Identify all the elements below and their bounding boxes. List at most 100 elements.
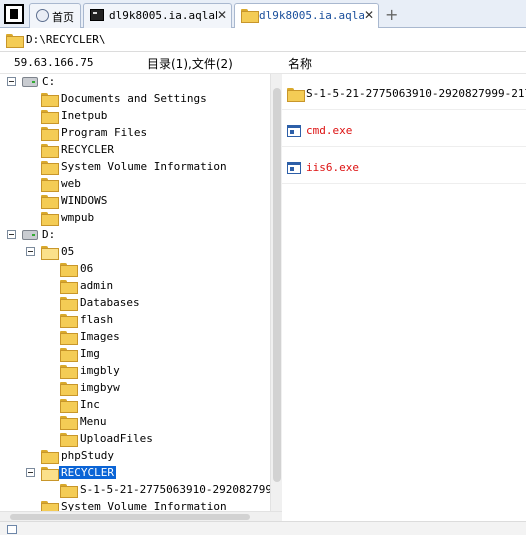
list-item[interactable]: iis6.exe bbox=[282, 148, 526, 184]
tree-label: Program Files bbox=[61, 126, 148, 139]
tree-label: RECYCLER bbox=[61, 143, 114, 156]
folder-icon bbox=[41, 93, 59, 107]
tree-label: imgbyw bbox=[80, 381, 120, 394]
scrollbar-thumb[interactable] bbox=[273, 88, 281, 482]
tree-label-selected: RECYCLER bbox=[59, 466, 116, 479]
tree-label: Inc bbox=[80, 398, 100, 411]
tree-item[interactable]: RECYCLER bbox=[0, 142, 270, 159]
tab-file-manager-label: dl9k8005.ia.aqlab.cn bbox=[259, 9, 364, 22]
folder-icon bbox=[60, 433, 78, 447]
tree-item[interactable]: phpStudy bbox=[0, 448, 270, 465]
folder-icon bbox=[41, 127, 59, 141]
folder-icon bbox=[60, 399, 78, 413]
tree-item[interactable]: Documents and Settings bbox=[0, 91, 270, 108]
tab-home[interactable]: 首页 bbox=[29, 3, 81, 28]
scrollbar-thumb[interactable] bbox=[10, 514, 250, 520]
tree-item[interactable]: web bbox=[0, 176, 270, 193]
folder-icon bbox=[41, 161, 59, 175]
file-list: S-1-5-21-2775063910-2920827999-217381452… bbox=[282, 74, 526, 521]
folder-icon bbox=[60, 263, 78, 277]
new-tab-button[interactable]: + bbox=[385, 5, 398, 24]
file-name: S-1-5-21-2775063910-2920827999-217381452… bbox=[306, 87, 526, 100]
tree-item[interactable]: imgbly bbox=[0, 363, 270, 380]
host-ip: 59.63.166.75 bbox=[14, 56, 94, 69]
list-item[interactable]: S-1-5-21-2775063910-2920827999-217381452… bbox=[282, 74, 526, 110]
folder-icon bbox=[60, 348, 78, 362]
tree-label: Images bbox=[80, 330, 120, 343]
tree-label: Databases bbox=[80, 296, 140, 309]
tree-item[interactable]: WINDOWS bbox=[0, 193, 270, 210]
tree-item[interactable]: UploadFiles bbox=[0, 431, 270, 448]
collapse-icon[interactable] bbox=[26, 247, 35, 256]
tree-drive-d[interactable]: D: bbox=[0, 227, 270, 244]
folder-icon bbox=[60, 484, 78, 498]
home-icon bbox=[36, 9, 49, 22]
address-path[interactable]: D:\RECYCLER\ bbox=[26, 33, 105, 46]
tree-item[interactable]: S-1-5-21-2775063910-2920827999-217381452… bbox=[0, 482, 270, 499]
address-bar[interactable]: D:\RECYCLER\ bbox=[0, 28, 526, 52]
tree-item-05[interactable]: 05 bbox=[0, 244, 270, 261]
tree-label: phpStudy bbox=[61, 449, 114, 462]
close-icon[interactable]: ✕ bbox=[364, 8, 374, 22]
tree-item-recycler[interactable]: RECYCLER bbox=[0, 465, 270, 482]
tree-vertical-scrollbar[interactable] bbox=[270, 74, 282, 511]
folder-open-icon bbox=[41, 246, 59, 260]
folder-icon bbox=[41, 450, 59, 464]
folder-icon bbox=[41, 501, 59, 511]
folder-icon bbox=[60, 314, 78, 328]
folder-icon bbox=[60, 331, 78, 345]
tree-label: Documents and Settings bbox=[61, 92, 207, 105]
tree-label: D: bbox=[42, 228, 56, 241]
tree-item[interactable]: Inc bbox=[0, 397, 270, 414]
close-icon[interactable]: ✕ bbox=[217, 8, 227, 22]
tree-label: Inetpub bbox=[61, 109, 108, 122]
folder-icon bbox=[41, 110, 59, 124]
tree-drive-c[interactable]: C: bbox=[0, 74, 270, 91]
drive-icon bbox=[22, 230, 38, 240]
column-header-name[interactable]: 名称 bbox=[288, 55, 312, 72]
collapse-icon[interactable] bbox=[7, 77, 16, 86]
folder-open-icon bbox=[41, 467, 59, 481]
tree-item[interactable]: Menu bbox=[0, 414, 270, 431]
tree-item[interactable]: wmpub bbox=[0, 210, 270, 227]
status-icon bbox=[7, 525, 17, 534]
tree-horizontal-scrollbar[interactable] bbox=[0, 511, 282, 521]
directory-tree: C: Documents and Settings Inetpub Progra… bbox=[0, 74, 270, 511]
tree-item[interactable]: flash bbox=[0, 312, 270, 329]
tree-item[interactable]: Images bbox=[0, 329, 270, 346]
exe-file-icon bbox=[287, 162, 301, 174]
tree-item[interactable]: admin bbox=[0, 278, 270, 295]
tree-item[interactable]: System Volume Information bbox=[0, 159, 270, 176]
collapse-icon[interactable] bbox=[7, 230, 16, 239]
tree-label: web bbox=[61, 177, 81, 190]
status-bar bbox=[0, 521, 526, 535]
folder-icon bbox=[60, 297, 78, 311]
tree-label: flash bbox=[80, 313, 114, 326]
folder-icon bbox=[41, 144, 59, 158]
tab-file-manager[interactable]: dl9k8005.ia.aqlab.cn ✕ bbox=[234, 3, 379, 29]
folder-icon bbox=[60, 382, 78, 396]
folder-icon bbox=[41, 178, 59, 192]
tree-item[interactable]: Inetpub bbox=[0, 108, 270, 125]
tab-terminal[interactable]: dl9k8005.ia.aqlab.cn ✕ bbox=[83, 3, 232, 28]
tree-item[interactable]: System Volume Information bbox=[0, 499, 270, 511]
tree-label: Img bbox=[80, 347, 100, 360]
folder-icon bbox=[60, 416, 78, 430]
list-item[interactable]: cmd.exe bbox=[282, 111, 526, 147]
file-name: cmd.exe bbox=[306, 124, 353, 137]
folder-icon bbox=[41, 212, 59, 226]
folder-icon bbox=[60, 365, 78, 379]
tab-home-label: 首页 bbox=[52, 11, 74, 24]
collapse-icon[interactable] bbox=[26, 468, 35, 477]
tree-item[interactable]: 06 bbox=[0, 261, 270, 278]
tree-label: admin bbox=[80, 279, 114, 292]
tree-item[interactable]: Img bbox=[0, 346, 270, 363]
tree-item[interactable]: Databases bbox=[0, 295, 270, 312]
app-logo-icon[interactable] bbox=[4, 4, 24, 24]
tree-item[interactable]: imgbyw bbox=[0, 380, 270, 397]
tree-item[interactable]: Program Files bbox=[0, 125, 270, 142]
tree-label: wmpub bbox=[61, 211, 95, 224]
tree-label: Menu bbox=[80, 415, 107, 428]
panel-header: 59.63.166.75 目录(1),文件(2) 名称 bbox=[0, 52, 526, 74]
tree-label: UploadFiles bbox=[80, 432, 153, 445]
